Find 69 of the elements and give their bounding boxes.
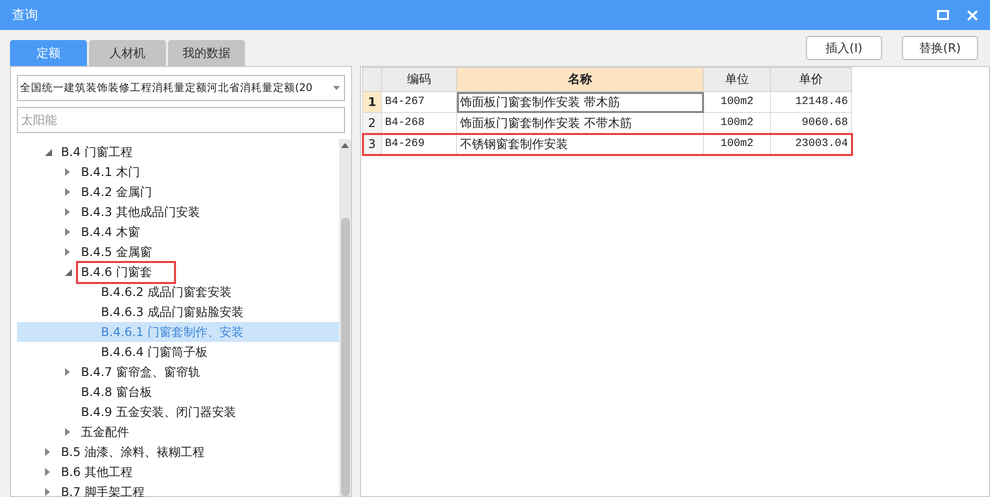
tree-item-label: B.4.6.4 门窗筒子板 — [100, 344, 208, 360]
row-number[interactable]: 1 — [362, 92, 382, 112]
collapsed-arrow-icon[interactable] — [65, 368, 70, 376]
tree-item-label: B.4.6.3 成品门窗贴脸安装 — [100, 304, 244, 320]
tree-item[interactable]: B.7 脚手架工程 — [17, 482, 339, 497]
tree-item[interactable]: B.4 门窗工程 — [17, 142, 339, 162]
column-header: 编码 — [382, 68, 456, 92]
tree-item-label: B.4.9 五金安装、闭门器安装 — [80, 404, 237, 420]
tree-item[interactable]: 五金配件 — [17, 422, 339, 442]
tree-item[interactable]: B.4.6 门窗套 — [17, 262, 339, 282]
action-button[interactable]: 替换(R) — [902, 36, 978, 60]
tree-item-label: B.6 其他工程 — [60, 464, 134, 480]
collapsed-arrow-icon[interactable] — [65, 188, 70, 196]
row-number[interactable]: 2 — [362, 112, 382, 134]
collapsed-arrow-icon[interactable] — [45, 448, 50, 456]
tree-item-label: B.7 脚手架工程 — [60, 484, 146, 497]
table-cell: B4-267 — [382, 92, 456, 112]
tree-item-label: 五金配件 — [80, 424, 130, 440]
tree-item-label: B.5 油漆、涂料、裱糊工程 — [60, 444, 206, 460]
table-cell: 饰面板门窗套制作安装 带木筋 — [456, 92, 704, 112]
tree-item-label: B.4.6.2 成品门窗套安装 — [100, 284, 232, 300]
tree-item-label: B.4.8 窗台板 — [80, 384, 153, 400]
column-header: 单价 — [770, 68, 852, 92]
tree-item-label: B.4.6 门窗套 — [76, 260, 176, 284]
tab[interactable]: 人材机 — [89, 40, 166, 66]
tree-item[interactable]: B.5 油漆、涂料、裱糊工程 — [17, 442, 339, 462]
tree-item[interactable]: B.4.6.2 成品门窗套安装 — [17, 282, 339, 302]
tree-item-label: B.4.7 窗帘盒、窗帘轨 — [80, 364, 201, 380]
collapsed-arrow-icon[interactable] — [65, 428, 70, 436]
scrollbar[interactable] — [339, 139, 351, 496]
tree-item-label: B.4 门窗工程 — [60, 144, 134, 160]
expanded-arrow-icon[interactable] — [65, 268, 72, 276]
collapsed-arrow-icon[interactable] — [65, 248, 70, 256]
expanded-arrow-icon[interactable] — [45, 148, 52, 156]
table-cell: 12148.46 — [770, 92, 852, 112]
tree-item[interactable]: B.4.1 木门 — [17, 162, 339, 182]
action-button[interactable]: 插入(I) — [806, 36, 882, 60]
table-cell: 100m2 — [704, 92, 770, 112]
tree-item[interactable]: B.4.6.4 门窗筒子板 — [17, 342, 339, 362]
close-icon[interactable] — [967, 10, 978, 20]
tree-item-label: B.4.4 木窗 — [80, 224, 141, 240]
column-header: 名称 — [456, 68, 704, 92]
tree-item[interactable]: B.4.8 窗台板 — [17, 382, 339, 402]
tree-item[interactable]: B.4.6.3 成品门窗贴脸安装 — [17, 302, 339, 322]
tree-item[interactable]: B.4.5 金属窗 — [17, 242, 339, 262]
tree-item[interactable]: B.4.2 金属门 — [17, 182, 339, 202]
tree-item[interactable]: B.4.7 窗帘盒、窗帘轨 — [17, 362, 339, 382]
collapsed-arrow-icon[interactable] — [65, 168, 70, 176]
tree-item[interactable]: B.6 其他工程 — [17, 462, 339, 482]
tree-item[interactable]: B.4.3 其他成品门安装 — [17, 202, 339, 222]
collapsed-arrow-icon[interactable] — [65, 228, 70, 236]
tab[interactable]: 我的数据 — [168, 40, 245, 66]
tree-item[interactable]: B.4.9 五金安装、闭门器安装 — [17, 402, 339, 422]
dropdown-caret-icon — [333, 86, 340, 90]
tree-item-label: B.4.5 金属窗 — [80, 244, 153, 260]
column-header: 单位 — [704, 68, 770, 92]
window-title: 查询 — [12, 7, 38, 24]
library-dropdown[interactable]: 全国统一建筑装饰装修工程消耗量定额河北省消耗量定额(20 — [17, 75, 345, 101]
collapsed-arrow-icon[interactable] — [45, 468, 50, 476]
tree-item-label: B.4.2 金属门 — [80, 184, 153, 200]
collapsed-arrow-icon[interactable] — [45, 488, 50, 496]
tree-item-label: B.4.6.1 门窗套制作、安装 — [100, 324, 244, 340]
tree-item[interactable]: B.4.4 木窗 — [17, 222, 339, 242]
maximize-icon[interactable] — [937, 10, 949, 20]
row-number[interactable]: 3 — [362, 134, 382, 154]
tree-item-label: B.4.1 木门 — [80, 164, 141, 180]
tree-item-label: B.4.3 其他成品门安装 — [80, 204, 201, 220]
scroll-up-arrow-icon[interactable] — [341, 143, 349, 148]
collapsed-arrow-icon[interactable] — [65, 208, 70, 216]
